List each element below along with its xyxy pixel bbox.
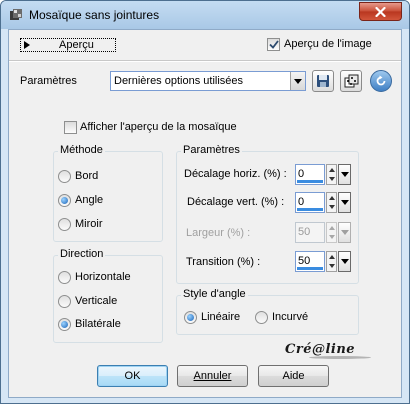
horizontal-offset-label: Décalage horiz. (%) : — [184, 168, 287, 180]
presets-dropdown[interactable]: Dernières options utilisées — [110, 71, 306, 91]
preview-toggle[interactable]: Aperçu — [20, 38, 116, 52]
transition-label: Transition (%) : — [186, 256, 261, 268]
method-group: Méthode Bord Angle Miroir — [53, 144, 163, 242]
horizontal-offset-input[interactable]: 0 — [295, 164, 325, 185]
direction-option-label: Bilatérale — [75, 318, 121, 330]
save-preset-button[interactable] — [312, 70, 334, 92]
spin-arrows[interactable] — [326, 251, 337, 272]
app-icon — [10, 9, 22, 20]
chevron-down-icon — [338, 222, 351, 243]
direction-radio-verticale[interactable] — [58, 295, 71, 308]
parameters-group-title: Paramètres — [181, 144, 242, 156]
save-icon — [317, 75, 329, 87]
help-button-label: Aide — [282, 370, 305, 382]
direction-option-label: Horizontale — [75, 271, 131, 283]
corner-style-radio-lineaire[interactable] — [184, 311, 197, 324]
cancel-button-label: Annuler — [193, 370, 232, 382]
window-title: Mosaïque sans jointures — [29, 8, 160, 22]
reset-button[interactable] — [370, 70, 392, 92]
randomize-button[interactable] — [340, 70, 362, 92]
close-icon — [375, 6, 386, 17]
separator — [9, 60, 401, 62]
show-image-preview-label: Aperçu de l'image — [284, 38, 372, 50]
method-radio-angle[interactable] — [58, 194, 71, 207]
spin-arrows[interactable] — [326, 164, 337, 185]
direction-radio-horizontale[interactable] — [58, 271, 71, 284]
vertical-offset-input[interactable]: 0 — [295, 192, 325, 213]
checkmark-icon — [268, 40, 279, 49]
vertical-offset-spinner[interactable]: 0 — [295, 192, 352, 213]
horizontal-offset-spinner[interactable]: 0 — [295, 164, 352, 185]
cancel-button[interactable]: Annuler — [177, 365, 248, 387]
vertical-offset-label: Décalage vert. (%) : — [187, 196, 285, 208]
method-radio-bord[interactable] — [58, 170, 71, 183]
direction-radio-bilaterale[interactable] — [58, 318, 71, 331]
corner-style-group-title: Style d'angle — [181, 288, 248, 300]
corner-style-option-label: Linéaire — [201, 311, 241, 323]
direction-option-label: Verticale — [75, 295, 118, 307]
width-input: 50 — [295, 222, 325, 243]
watermark-signature: Cré@line — [285, 342, 356, 357]
tile-preview-checkbox[interactable] — [64, 121, 77, 134]
parameters-group: Paramètres Décalage horiz. (%) : 0 Décal… — [176, 144, 359, 284]
spin-arrows[interactable] — [326, 192, 337, 213]
close-button[interactable] — [359, 2, 402, 21]
method-group-title: Méthode — [58, 144, 105, 156]
corner-style-group: Style d'angle Linéaire Incurvé — [176, 288, 359, 335]
direction-group: Direction Horizontale Verticale Bilatéra… — [53, 248, 163, 343]
title-bar[interactable]: Mosaïque sans jointures — [1, 1, 409, 29]
spin-arrows — [326, 222, 337, 243]
show-image-preview-checkbox[interactable] — [267, 38, 280, 51]
preview-toggle-label: Aperçu — [59, 39, 94, 51]
corner-style-option-label: Incurvé — [272, 311, 309, 323]
presets-label: Paramètres — [20, 75, 77, 87]
corner-style-radio-incurve[interactable] — [255, 311, 268, 324]
method-option-label: Miroir — [75, 218, 103, 230]
reset-icon — [376, 75, 386, 86]
chevron-down-icon[interactable] — [338, 192, 351, 213]
chevron-down-icon[interactable] — [338, 251, 351, 272]
width-label: Largeur (%) : — [186, 227, 251, 239]
dialog-client-area: Aperçu Aperçu de l'image Paramètres Dern… — [8, 29, 402, 398]
chevron-down-icon[interactable] — [290, 72, 305, 90]
expand-arrow-icon — [24, 41, 30, 49]
transition-input[interactable]: 50 — [295, 251, 325, 272]
randomize-dice-icon — [344, 74, 358, 87]
direction-group-title: Direction — [58, 248, 106, 260]
ok-button-label: OK — [124, 370, 141, 382]
method-option-label: Angle — [75, 194, 104, 206]
watermark-shadow — [309, 356, 371, 359]
width-spinner: 50 — [295, 222, 352, 243]
presets-selected-value: Dernières options utilisées — [114, 75, 244, 87]
help-button[interactable]: Aide — [258, 365, 329, 387]
tile-preview-label: Afficher l'aperçu de la mosaïque — [80, 121, 237, 133]
ok-button[interactable]: OK — [97, 365, 168, 387]
chevron-down-icon[interactable] — [338, 164, 351, 185]
method-radio-miroir[interactable] — [58, 218, 71, 231]
dialog-window: Mosaïque sans jointures Aperçu Aperçu de… — [0, 0, 410, 404]
transition-spinner[interactable]: 50 — [295, 251, 352, 272]
method-option-label: Bord — [75, 170, 99, 182]
